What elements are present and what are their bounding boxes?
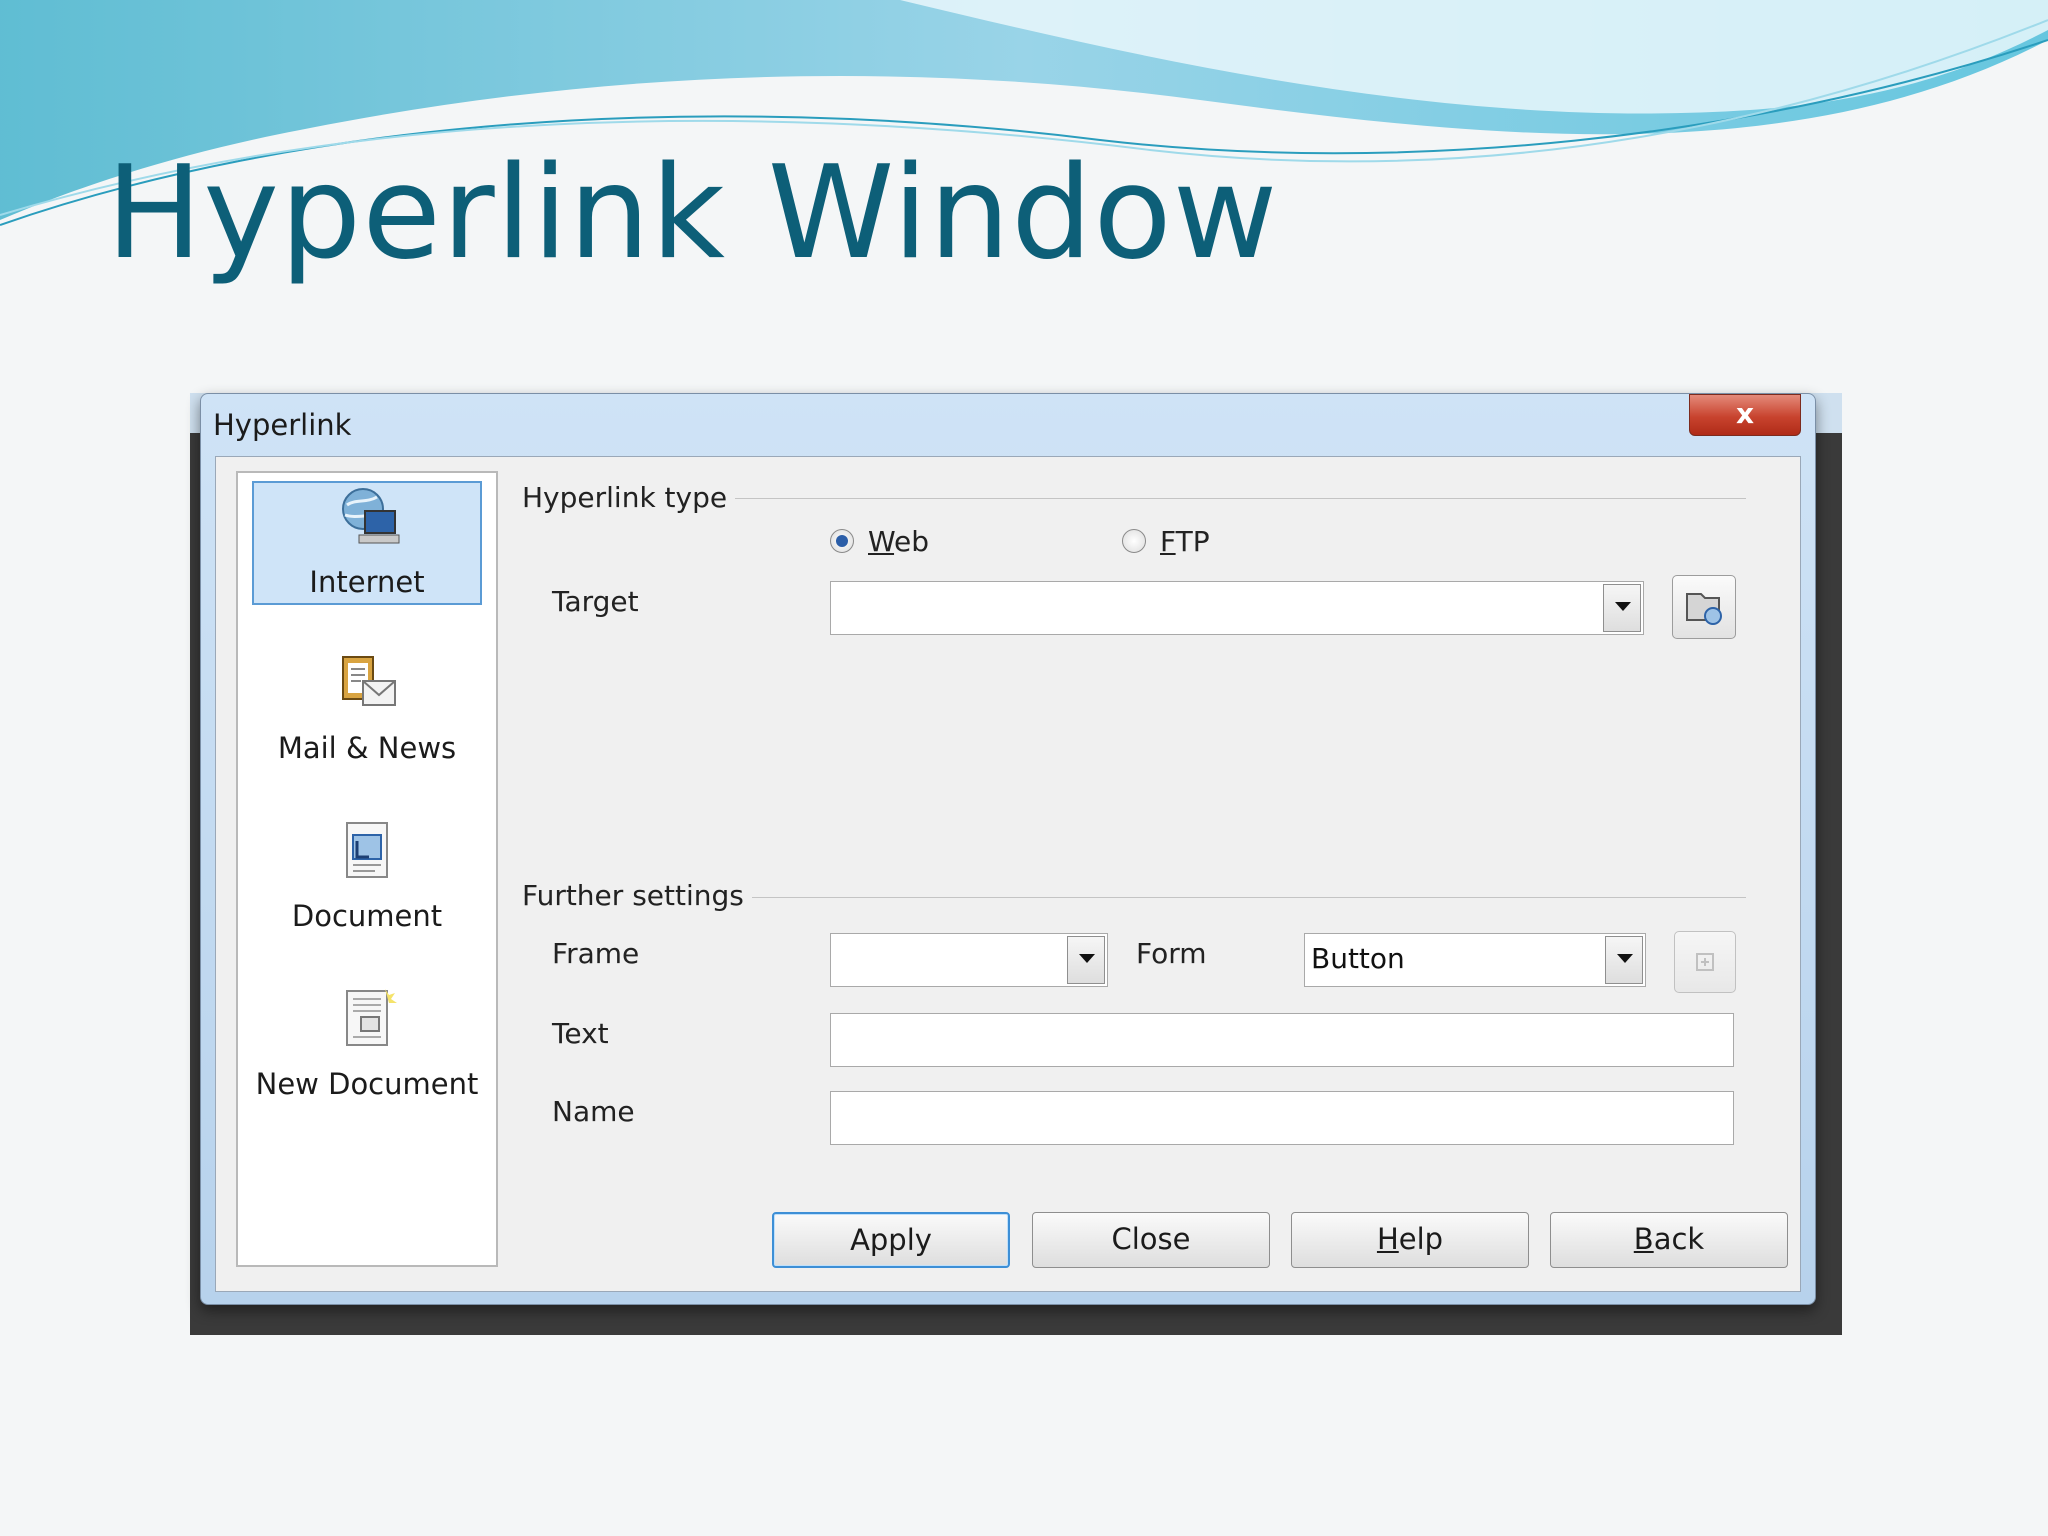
mail-news-icon bbox=[342, 656, 396, 706]
web-radio-label[interactable]: Web bbox=[868, 525, 929, 558]
browse-button[interactable] bbox=[1672, 575, 1736, 639]
sidebar-item-document[interactable]: Document bbox=[252, 817, 482, 941]
apply-button[interactable]: Apply bbox=[772, 1212, 1010, 1268]
form-value[interactable]: Button bbox=[1311, 942, 1405, 975]
sidebar-label-document: Document bbox=[291, 899, 443, 933]
new-document-icon bbox=[346, 989, 397, 1046]
target-dropdown-button[interactable] bbox=[1603, 584, 1641, 632]
slide-title: Hyperlink Window bbox=[106, 139, 1279, 288]
frame-combobox[interactable] bbox=[830, 933, 1108, 987]
text-input[interactable] bbox=[830, 1013, 1734, 1067]
web-radio[interactable] bbox=[830, 529, 854, 553]
sidebar-item-mail-news[interactable]: Mail & News bbox=[252, 649, 482, 773]
close-button[interactable]: Close bbox=[1032, 1212, 1270, 1268]
sidebar-label-new-document: New Document bbox=[255, 1067, 479, 1101]
further-settings-heading: Further settings bbox=[522, 879, 752, 912]
dialog-screenshot: Hyperlink x Internet Mail & News Documen… bbox=[190, 393, 1842, 1335]
document-icon bbox=[346, 822, 388, 878]
ftp-radio[interactable] bbox=[1122, 529, 1146, 553]
sidebar-label-internet: Internet bbox=[309, 565, 425, 599]
globe-computer-icon bbox=[342, 488, 400, 544]
close-icon: x bbox=[1735, 397, 1755, 430]
hyperlink-category-sidebar: Internet Mail & News Document New Docume… bbox=[236, 471, 498, 1267]
ftp-radio-label[interactable]: FTP bbox=[1160, 525, 1210, 558]
form-dropdown-button[interactable] bbox=[1605, 936, 1643, 984]
events-icon bbox=[1696, 953, 1714, 971]
form-combobox[interactable]: Button bbox=[1304, 933, 1646, 987]
name-label: Name bbox=[552, 1095, 635, 1128]
close-window-button[interactable]: x bbox=[1689, 394, 1801, 436]
frame-label: Frame bbox=[552, 937, 640, 970]
text-label: Text bbox=[552, 1017, 609, 1050]
sidebar-item-internet[interactable]: Internet bbox=[252, 481, 482, 605]
dialog-client-area: Internet Mail & News Document New Docume… bbox=[215, 456, 1801, 1292]
sidebar-item-new-document[interactable]: New Document bbox=[252, 985, 482, 1109]
back-button[interactable]: Back bbox=[1550, 1212, 1788, 1268]
open-folder-icon bbox=[1686, 593, 1722, 625]
sidebar-label-mail-news: Mail & News bbox=[277, 731, 457, 765]
hyperlink-type-heading: Hyperlink type bbox=[522, 481, 736, 514]
help-button[interactable]: Help bbox=[1291, 1212, 1529, 1268]
form-label: Form bbox=[1136, 937, 1207, 970]
name-input[interactable] bbox=[830, 1091, 1734, 1145]
hyperlink-dialog: Hyperlink x Internet Mail & News Documen… bbox=[200, 393, 1816, 1305]
dialog-title: Hyperlink bbox=[213, 408, 352, 442]
target-combobox[interactable] bbox=[830, 581, 1644, 635]
frame-dropdown-button[interactable] bbox=[1067, 936, 1105, 984]
form-events-button[interactable] bbox=[1674, 931, 1736, 993]
target-label: Target bbox=[552, 585, 639, 618]
